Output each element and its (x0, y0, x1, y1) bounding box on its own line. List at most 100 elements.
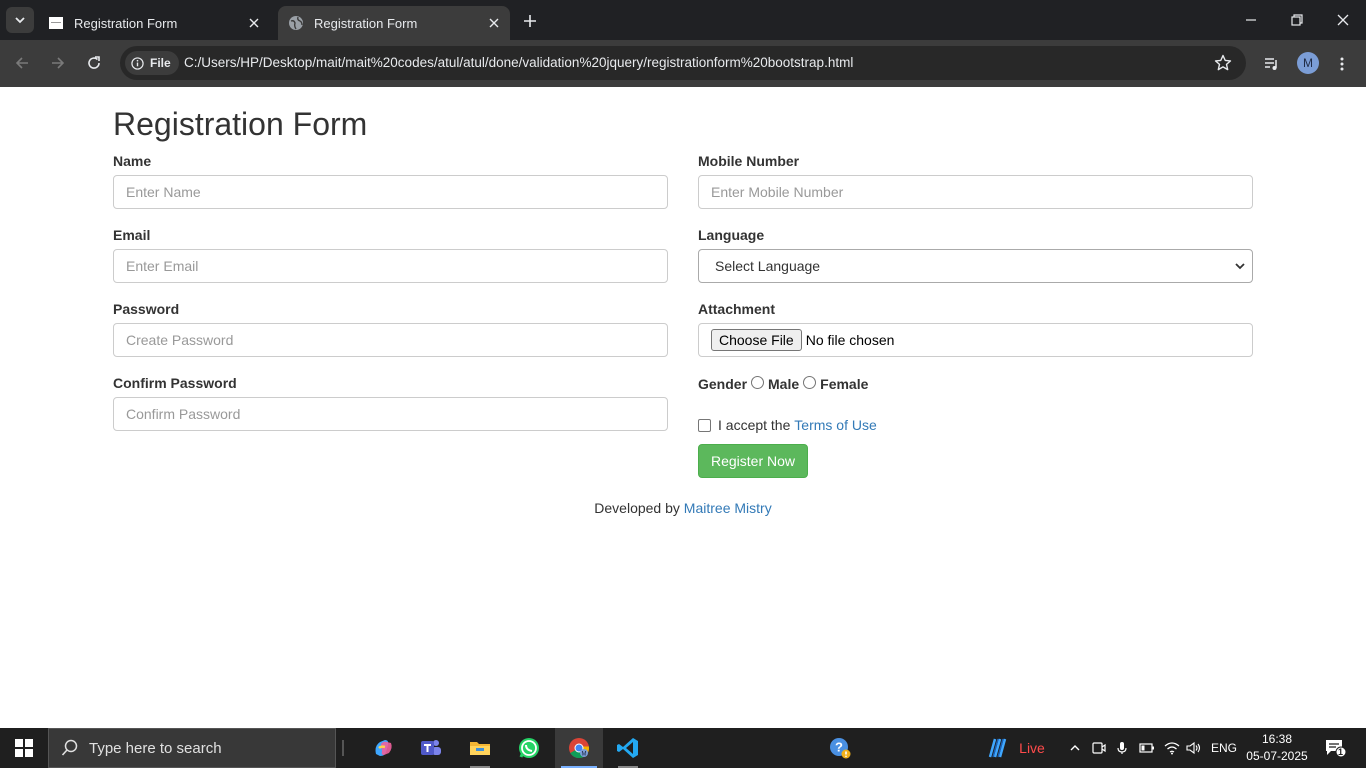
vscode-icon[interactable] (604, 728, 652, 768)
chevron-up-icon (1070, 745, 1080, 751)
file-status: No file chosen (805, 332, 895, 348)
footer-text: Developed by (594, 500, 684, 516)
author-link[interactable]: Maitree Mistry (684, 500, 772, 516)
choose-file-button[interactable]: Choose File (711, 329, 802, 351)
page-favicon-icon (49, 17, 63, 29)
globe-icon (289, 16, 303, 30)
notification-count: 1 (1338, 747, 1344, 757)
gender-group: Gender Male Female (698, 376, 868, 392)
camera-tray-icon[interactable] (1089, 728, 1109, 768)
show-hidden-icons-button[interactable] (1064, 728, 1086, 768)
clock-time: 16:38 (1261, 732, 1293, 746)
profile-avatar[interactable]: M (1297, 52, 1319, 74)
minimize-icon (1246, 19, 1256, 21)
password-input[interactable] (113, 323, 668, 357)
whatsapp-icon[interactable] (505, 728, 553, 768)
confirm-password-input[interactable] (113, 397, 668, 431)
copilot-icon[interactable] (359, 728, 407, 768)
close-tab-icon[interactable] (484, 13, 504, 33)
taskbar-divider (342, 740, 344, 756)
playlist-icon (1265, 58, 1277, 70)
gender-label: Gender (698, 376, 748, 392)
forward-button[interactable] (46, 51, 70, 75)
browser-menu-button[interactable] (1330, 52, 1354, 76)
chrome-icon[interactable]: M (555, 728, 603, 768)
tab-registration-form-2[interactable]: Registration Form (278, 6, 510, 40)
name-label: Name (113, 153, 152, 169)
gender-female-radio[interactable] (803, 376, 817, 389)
taskbar: Type here to search M ? Live ENG 16:38 0… (0, 728, 1366, 768)
attachment-label: Attachment (698, 301, 776, 317)
site-info-chip[interactable]: File (125, 51, 179, 75)
svg-text:M: M (582, 752, 587, 758)
email-input[interactable] (113, 249, 668, 283)
teams-icon[interactable] (407, 728, 455, 768)
taskbar-search[interactable]: Type here to search (48, 728, 336, 768)
tab-title: Registration Form (314, 15, 418, 31)
battery-icon[interactable] (1136, 728, 1158, 768)
chevron-down-icon (15, 17, 25, 24)
site-info-label: File (150, 56, 171, 70)
reload-button[interactable] (82, 51, 106, 75)
close-tab-icon[interactable] (244, 13, 264, 33)
svg-text:?: ? (835, 740, 843, 755)
browser-toolbar: File C:/Users/HP/Desktop/mait/mait%20cod… (0, 40, 1366, 87)
gender-male-label: Male (768, 376, 800, 392)
new-tab-button[interactable] (518, 9, 542, 33)
system-clock[interactable]: 16:38 05-07-2025 (1244, 731, 1310, 765)
input-language-indicator[interactable]: ENG (1208, 728, 1240, 768)
restore-icon (1291, 14, 1303, 26)
terms-link[interactable]: Terms of Use (794, 417, 876, 433)
language-label: Language (698, 227, 765, 243)
close-window-button[interactable] (1320, 0, 1366, 40)
name-input[interactable] (113, 175, 668, 209)
gender-female-label: Female (820, 376, 869, 392)
tab-strip: Registration Form Registration Form (0, 0, 1366, 40)
mobile-input[interactable] (698, 175, 1253, 209)
register-button[interactable]: Register Now (698, 444, 808, 478)
start-button[interactable] (0, 728, 48, 768)
search-icon (61, 739, 78, 756)
cricket-logo-icon (988, 738, 1007, 758)
minimize-button[interactable] (1228, 0, 1274, 40)
restore-button[interactable] (1274, 0, 1320, 40)
address-url[interactable]: C:/Users/HP/Desktop/mait/mait%20codes/at… (184, 55, 853, 70)
terms-row: I accept the Terms of Use (698, 417, 877, 433)
media-control-button[interactable] (1260, 52, 1284, 76)
language-selected-value: Select Language (715, 258, 821, 274)
live-label: Live (1019, 740, 1045, 756)
tab-search-button[interactable] (6, 7, 34, 33)
password-label: Password (113, 301, 180, 317)
live-news-widget[interactable]: Live (984, 728, 1048, 768)
bookmark-star-icon[interactable] (1214, 54, 1232, 77)
mobile-label: Mobile Number (698, 153, 800, 169)
wifi-icon[interactable] (1161, 728, 1183, 768)
chevron-down-icon (1235, 263, 1245, 270)
reload-icon (88, 56, 100, 69)
taskbar-search-placeholder: Type here to search (89, 739, 222, 757)
tab-title: Registration Form (74, 15, 178, 31)
terms-checkbox[interactable] (698, 418, 711, 432)
close-icon (1337, 14, 1349, 26)
info-icon (131, 56, 144, 70)
address-bar[interactable]: File C:/Users/HP/Desktop/mait/mait%20cod… (120, 46, 1246, 80)
attachment-input[interactable]: Choose File No file chosen (698, 323, 1253, 357)
volume-icon[interactable] (1184, 728, 1204, 768)
footer: Developed by Maitree Mistry (0, 500, 1366, 516)
notification-center-button[interactable]: 1 (1318, 728, 1352, 768)
microphone-icon[interactable] (1112, 728, 1132, 768)
back-button[interactable] (10, 51, 34, 75)
clock-date: 05-07-2025 (1246, 749, 1308, 763)
file-explorer-icon[interactable] (456, 728, 504, 768)
help-icon[interactable]: ? (816, 728, 864, 768)
page-title: Registration Form (113, 106, 368, 142)
windows-logo-icon (15, 739, 33, 757)
tab-registration-form-1[interactable]: Registration Form (38, 6, 270, 40)
more-vertical-icon (1340, 57, 1344, 71)
language-select[interactable]: Select Language (698, 249, 1253, 283)
gender-male-radio[interactable] (751, 376, 765, 389)
terms-text: I accept the (718, 417, 795, 433)
page-content: Registration Form Name Email Password Co… (0, 87, 1366, 728)
confirm-password-label: Confirm Password (113, 375, 237, 391)
arrow-left-icon (15, 57, 28, 69)
